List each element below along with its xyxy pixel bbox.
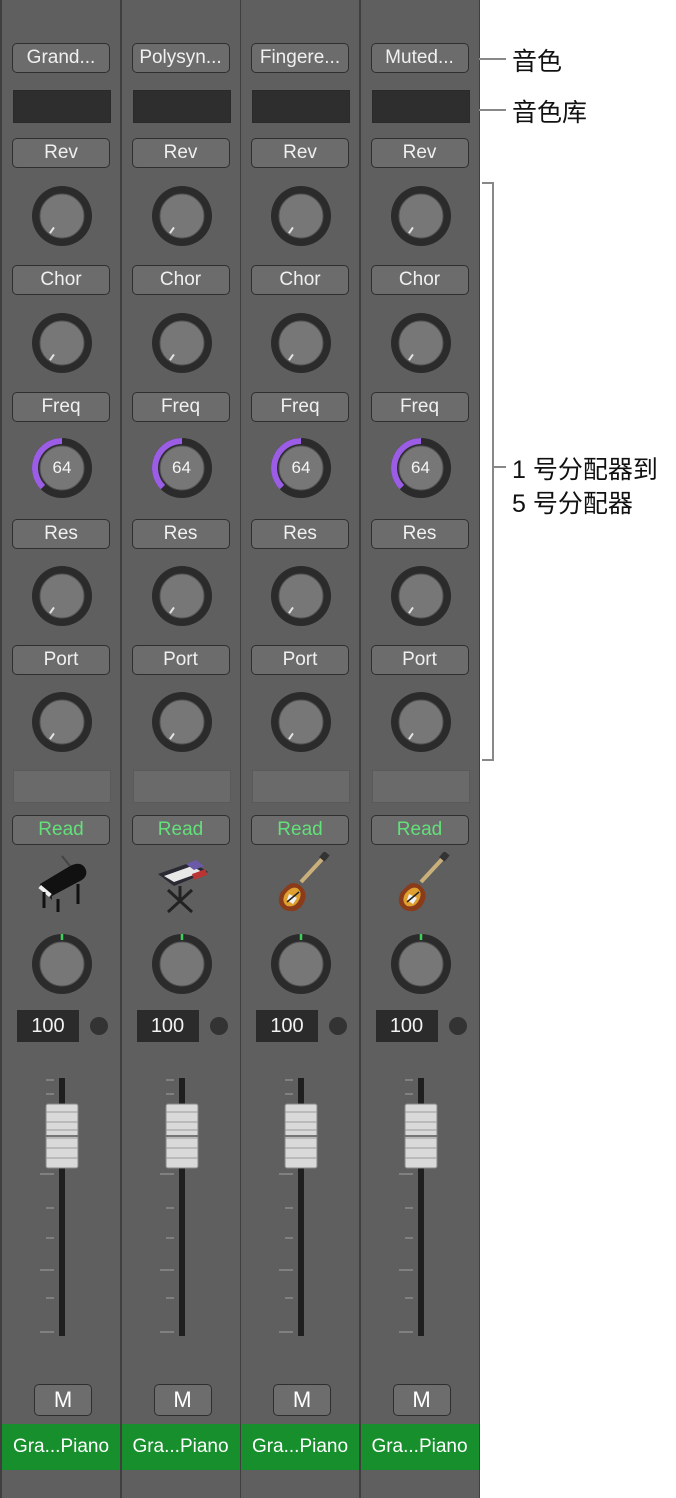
mute-button[interactable]: M	[273, 1384, 331, 1416]
send-res-knob[interactable]	[148, 562, 216, 630]
send-port-knob[interactable]	[267, 688, 335, 756]
empty-insert-slot[interactable]	[13, 770, 111, 803]
patch-bank-slot[interactable]	[371, 90, 470, 123]
record-indicator[interactable]	[448, 1017, 467, 1035]
send-rev-knob[interactable]	[267, 182, 335, 250]
sends-bracket-tick	[494, 466, 506, 468]
send-rev-button[interactable]: Rev	[370, 138, 469, 168]
bank-callout-label: 音色库	[512, 99, 588, 127]
volume-value-field[interactable]: 100	[17, 1010, 79, 1042]
freq-value-label: 64	[291, 458, 311, 477]
send-chor-button[interactable]: Chor	[12, 265, 110, 295]
automation-mode-button[interactable]: Read	[12, 815, 110, 845]
mute-button[interactable]: M	[392, 1384, 451, 1416]
send-port-button[interactable]: Port	[370, 645, 469, 675]
empty-insert-slot[interactable]	[132, 770, 231, 803]
send-res-knob[interactable]	[267, 562, 335, 630]
sends-bracket-vertical	[492, 182, 494, 761]
empty-insert-slot[interactable]	[252, 770, 350, 803]
send-res-knob[interactable]	[387, 562, 455, 630]
send-res-button[interactable]: Res	[370, 519, 469, 549]
volume-fader[interactable]	[391, 1078, 451, 1340]
electric-guitar-icon	[391, 851, 451, 916]
track-name[interactable]: Gra...Piano	[121, 1424, 240, 1470]
send-port-knob[interactable]	[387, 688, 455, 756]
volume-fader[interactable]	[152, 1078, 212, 1340]
track-name[interactable]: Gra...Piano	[2, 1424, 120, 1470]
electric-guitar-icon	[271, 851, 331, 916]
patch-button[interactable]: Grand...	[12, 43, 110, 73]
send-freq-button[interactable]: Freq	[370, 392, 469, 422]
send-chor-knob[interactable]	[148, 309, 216, 377]
volume-value-field[interactable]: 100	[256, 1010, 318, 1042]
channel-strip: Polysyn... Rev Chor Freq 64 Res Port Read 100 M Gr…	[121, 0, 240, 1498]
send-freq-knob[interactable]: 64	[387, 434, 455, 502]
automation-mode-button[interactable]: Read	[370, 815, 469, 845]
volume-fader[interactable]	[32, 1078, 92, 1340]
send-res-button[interactable]: Res	[131, 519, 230, 549]
channel-strip: Muted... Rev Chor Freq 64 Res Port Read 100 M Gra.…	[360, 0, 479, 1498]
patch-button[interactable]: Polysyn...	[131, 43, 230, 73]
record-indicator[interactable]	[329, 1017, 347, 1035]
send-port-knob[interactable]	[148, 688, 216, 756]
sends-callout-line1: 1 号分配器到	[512, 456, 658, 484]
patch-button[interactable]: Muted...	[370, 43, 469, 73]
freq-value-label: 64	[172, 458, 191, 477]
freq-value-label: 64	[52, 458, 72, 477]
send-rev-knob[interactable]	[387, 182, 455, 250]
patch-bank-slot[interactable]	[252, 90, 350, 123]
send-res-button[interactable]: Res	[12, 519, 110, 549]
send-chor-knob[interactable]	[387, 309, 455, 377]
pan-knob[interactable]	[28, 930, 96, 998]
send-chor-button[interactable]: Chor	[370, 265, 469, 295]
send-rev-button[interactable]: Rev	[251, 138, 349, 168]
send-chor-button[interactable]: Chor	[131, 265, 230, 295]
empty-insert-slot[interactable]	[371, 770, 470, 803]
send-rev-knob[interactable]	[148, 182, 216, 250]
patch-bank-slot[interactable]	[13, 90, 111, 123]
patch-button[interactable]: Fingere...	[251, 43, 349, 73]
channel-strip: Grand... Rev Chor Freq 64 Res Port Read 100 M Gra.…	[2, 0, 120, 1498]
send-rev-button[interactable]: Rev	[131, 138, 230, 168]
sends-callout-line2: 5 号分配器	[512, 490, 633, 518]
freq-value-label: 64	[411, 458, 430, 477]
send-freq-knob[interactable]: 64	[267, 434, 335, 502]
grand-piano-icon	[32, 852, 92, 916]
automation-mode-button[interactable]: Read	[251, 815, 349, 845]
send-port-button[interactable]: Port	[251, 645, 349, 675]
send-chor-knob[interactable]	[28, 309, 96, 377]
send-port-button[interactable]: Port	[131, 645, 230, 675]
pan-knob[interactable]	[267, 930, 335, 998]
track-name[interactable]: Gra...Piano	[241, 1424, 359, 1470]
send-freq-knob[interactable]: 64	[28, 434, 96, 502]
send-chor-button[interactable]: Chor	[251, 265, 349, 295]
track-name[interactable]: Gra...Piano	[360, 1424, 479, 1470]
send-rev-knob[interactable]	[28, 182, 96, 250]
record-indicator[interactable]	[90, 1017, 108, 1035]
synthesizer-icon	[152, 852, 212, 916]
patch-callout-label: 音色	[512, 48, 563, 76]
channel-strip: Fingere... Rev Chor Freq 64 Res Port Read 100 M Gr…	[241, 0, 359, 1498]
send-chor-knob[interactable]	[267, 309, 335, 377]
volume-value-field[interactable]: 100	[136, 1010, 199, 1042]
pan-knob[interactable]	[387, 930, 455, 998]
automation-mode-button[interactable]: Read	[131, 815, 230, 845]
send-res-knob[interactable]	[28, 562, 96, 630]
mute-button[interactable]: M	[34, 1384, 92, 1416]
sends-bracket-bottom	[482, 759, 494, 761]
send-port-knob[interactable]	[28, 688, 96, 756]
send-freq-knob[interactable]: 64	[148, 434, 216, 502]
mute-button[interactable]: M	[153, 1384, 212, 1416]
record-indicator[interactable]	[209, 1017, 228, 1035]
send-freq-button[interactable]: Freq	[251, 392, 349, 422]
volume-value-field[interactable]: 100	[375, 1010, 438, 1042]
pan-knob[interactable]	[148, 930, 216, 998]
send-port-button[interactable]: Port	[12, 645, 110, 675]
send-rev-button[interactable]: Rev	[12, 138, 110, 168]
send-freq-button[interactable]: Freq	[12, 392, 110, 422]
send-freq-button[interactable]: Freq	[131, 392, 230, 422]
volume-fader[interactable]	[271, 1078, 331, 1340]
patch-bank-slot[interactable]	[132, 90, 231, 123]
send-res-button[interactable]: Res	[251, 519, 349, 549]
